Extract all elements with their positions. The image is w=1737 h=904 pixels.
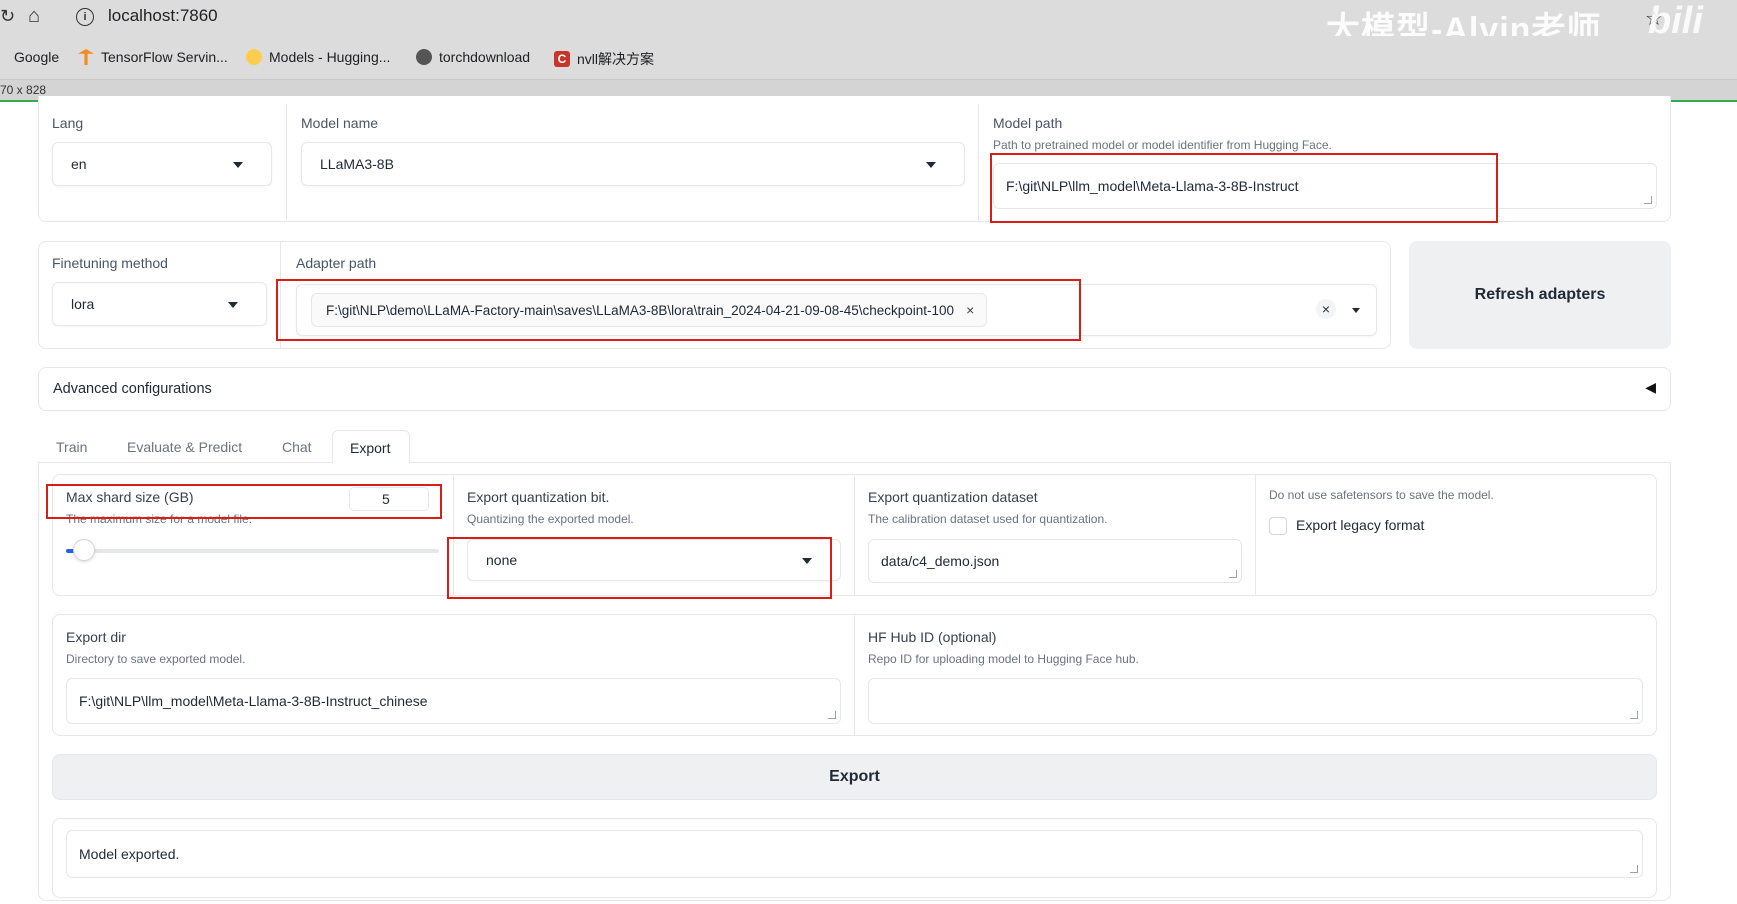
bookmark-google[interactable]: Google	[14, 49, 59, 65]
globe-icon	[416, 49, 432, 65]
tab-export-label: Export	[350, 440, 391, 456]
export-dir-value: F:\git\NLP\llm_model\Meta-Llama-3-8B-Ins…	[79, 693, 428, 709]
collapse-toggle-icon[interactable]: ◀	[1645, 379, 1656, 396]
max-shard-size-label: Max shard size (GB)	[66, 489, 194, 505]
export-legacy-format-checkbox[interactable]	[1269, 517, 1287, 535]
tab-export[interactable]: Export	[332, 430, 410, 464]
finetuning-method-value: lora	[71, 296, 95, 312]
refresh-adapters-button[interactable]: Refresh adapters	[1409, 241, 1671, 349]
export-quantization-dataset-value: data/c4_demo.json	[881, 553, 1000, 569]
status-output-value: Model exported.	[79, 846, 180, 862]
adapter-path-label: Adapter path	[296, 255, 377, 271]
resize-handle-icon[interactable]	[1630, 711, 1638, 719]
export-quantization-dataset-info: The calibration dataset used for quantiz…	[868, 512, 1108, 526]
model-name-value: LLaMA3-8B	[320, 156, 394, 172]
resize-handle-icon[interactable]	[828, 711, 836, 719]
bookmarks-bar: Google TensorFlow Servin... Models - Hug…	[0, 36, 1737, 80]
lang-dropdown[interactable]: en	[52, 142, 272, 186]
bookmark-torchdownload[interactable]: torchdownload	[416, 49, 530, 65]
tab-chat[interactable]: Chat	[282, 439, 312, 455]
export-dir-info: Directory to save exported model.	[66, 652, 246, 666]
divider	[286, 104, 287, 222]
status-output-textbox[interactable]: Model exported.	[66, 830, 1643, 878]
adapter-chip-label: F:\git\NLP\demo\LLaMA-Factory-main\saves…	[326, 302, 955, 318]
divider	[854, 614, 855, 736]
max-shard-size-slider[interactable]	[66, 539, 439, 561]
hf-hub-id-input[interactable]	[868, 678, 1643, 724]
export-legacy-format-info: Do not use safetensors to save the model…	[1269, 488, 1494, 502]
lang-label: Lang	[52, 115, 84, 131]
export-quantization-bit-value: none	[486, 552, 518, 568]
clear-icon[interactable]: ×	[1316, 299, 1336, 319]
browser-address-bar: ↻ ⌂ i localhost:7860 大模型-Alvin老师 ☆ bili	[0, 0, 1737, 49]
bookmark-nvll[interactable]: C nvll解决方案	[554, 49, 654, 69]
export-quantization-bit-label: Export quantization bit.	[467, 489, 610, 505]
export-legacy-format-label[interactable]: Export legacy format	[1296, 517, 1424, 533]
model-path-label: Model path	[993, 115, 1063, 131]
divider	[1255, 474, 1256, 596]
finetuning-method-dropdown[interactable]: lora	[52, 282, 267, 326]
adapter-path-multiselect[interactable]: F:\git\NLP\demo\LLaMA-Factory-main\saves…	[296, 284, 1377, 336]
finetuning-method-label: Finetuning method	[52, 255, 168, 271]
chip-close-icon[interactable]: ×	[966, 302, 974, 318]
model-path-info: Path to pretrained model or model identi…	[993, 138, 1332, 152]
advanced-configurations-accordion[interactable]: Advanced configurations ◀	[38, 367, 1671, 411]
divider	[978, 104, 979, 222]
tensorflow-icon	[78, 49, 94, 65]
chevron-down-icon	[802, 558, 812, 564]
divider	[280, 241, 281, 349]
model-path-value: F:\git\NLP\llm_model\Meta-Llama-3-8B-Ins…	[1006, 178, 1299, 194]
export-dir-label: Export dir	[66, 629, 126, 645]
max-shard-size-number-input[interactable]: 5	[349, 487, 429, 511]
export-dir-input[interactable]: F:\git\NLP\llm_model\Meta-Llama-3-8B-Ins…	[66, 678, 841, 724]
advanced-configurations-label: Advanced configurations	[53, 381, 212, 397]
chevron-down-icon	[228, 302, 238, 308]
viewport-size: 70 x 828	[0, 83, 47, 97]
info-icon[interactable]: i	[76, 8, 94, 26]
csdn-icon: C	[554, 51, 570, 67]
url-text[interactable]: localhost:7860	[108, 6, 218, 26]
model-name-label: Model name	[301, 115, 379, 131]
chevron-down-icon	[233, 162, 243, 168]
lang-value: en	[71, 156, 87, 172]
export-quantization-bit-info: Quantizing the exported model.	[467, 512, 634, 526]
chevron-down-icon	[926, 162, 936, 168]
resize-handle-icon[interactable]	[1229, 570, 1237, 578]
export-quantization-dataset-label: Export quantization dataset	[868, 489, 1038, 505]
max-shard-size-info: The maximum size for a model file.	[66, 512, 253, 526]
export-button[interactable]: Export	[52, 754, 1657, 800]
export-quantization-bit-dropdown[interactable]: none	[467, 539, 841, 581]
reload-icon[interactable]: ↻	[0, 6, 15, 27]
huggingface-icon	[246, 49, 262, 65]
export-quantization-dataset-input[interactable]: data/c4_demo.json	[868, 539, 1242, 583]
model-name-dropdown[interactable]: LLaMA3-8B	[301, 142, 965, 186]
home-icon[interactable]: ⌂	[28, 5, 40, 28]
bookmark-huggingface[interactable]: Models - Hugging...	[246, 49, 390, 65]
divider	[453, 474, 454, 596]
chevron-down-icon[interactable]	[1352, 308, 1360, 313]
max-shard-size-value: 5	[382, 491, 390, 507]
tab-train[interactable]: Train	[56, 439, 87, 455]
adapter-chip: F:\git\NLP\demo\LLaMA-Factory-main\saves…	[311, 293, 988, 327]
divider	[854, 474, 855, 596]
hf-hub-id-info: Repo ID for uploading model to Hugging F…	[868, 652, 1139, 666]
bookmark-tensorflow[interactable]: TensorFlow Servin...	[78, 49, 228, 65]
hf-hub-id-label: HF Hub ID (optional)	[868, 629, 997, 645]
model-path-input[interactable]: F:\git\NLP\llm_model\Meta-Llama-3-8B-Ins…	[993, 163, 1657, 209]
tab-evaluate-predict[interactable]: Evaluate & Predict	[127, 439, 242, 455]
resize-handle-icon[interactable]	[1630, 865, 1638, 873]
resize-handle-icon[interactable]	[1644, 196, 1652, 204]
